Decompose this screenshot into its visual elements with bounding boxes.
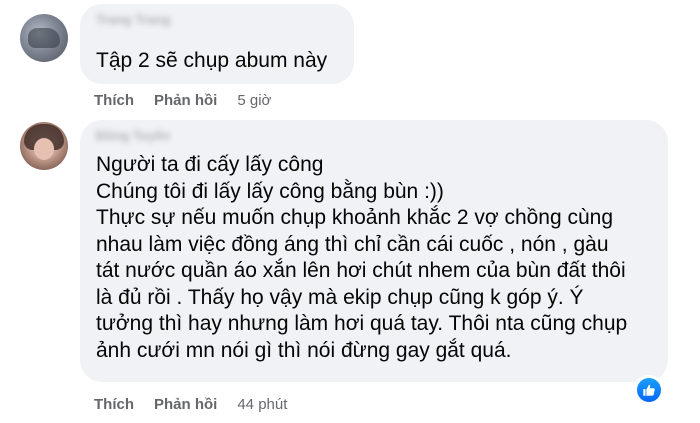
comment-line: ảnh cưới mn nói gì thì nói đừng gay gắt … [96,338,512,362]
comment-author-name[interactable]: Đông Tuyền [96,128,170,143]
like-button[interactable]: Thích [94,396,134,413]
comment-line: tưởng thì hay nhưng làm hơi quá tay. Thô… [96,312,628,335]
reply-button[interactable]: Phản hồi [154,396,217,413]
commenter-avatar[interactable] [20,14,68,62]
comment-timestamp[interactable]: 5 giờ [237,92,271,109]
commenter-avatar[interactable] [20,122,68,170]
comment-text: Tập 2 sẽ chụp abum này [96,48,327,75]
comment-line: Thực sự nếu muốn chụp khoảnh khắc 2 vợ c… [96,206,614,229]
comment-line: tát nước quần áo xắn lên hơi chút nhem c… [96,259,626,282]
comment-line: Tập 2 sẽ chụp abum này [96,49,328,72]
comment-bubble: Đông Tuyền Người ta đi cấy lấy công Chún… [80,120,668,382]
comment-actions: Thích Phản hồi 5 giờ [94,89,271,111]
comment-line: là đủ rồi . Thấy họ vậy mà ekip chụp cũn… [96,285,584,309]
like-reaction-badge[interactable] [637,378,661,402]
avatar-photo [28,28,60,48]
like-button[interactable]: Thích [94,92,134,109]
comment-line: Người ta đi cấy lấy công [96,153,324,176]
comment-bubble: Trang Trang Tập 2 sẽ chụp abum này [80,4,354,84]
comment-timestamp[interactable]: 44 phút [237,396,287,413]
comment-text: Người ta đi cấy lấy công Chúng tôi đi lấ… [96,152,656,364]
comment-author-name[interactable]: Trang Trang [96,12,170,27]
avatar-photo-face [34,138,54,160]
reply-button[interactable]: Phản hồi [154,92,217,109]
comment-actions: Thích Phản hồi 44 phút [94,393,287,415]
comment-line: Chúng tôi đi lấy lấy công bằng bùn :)) [96,179,444,203]
comment-line: nhau làm việc đồng áng thì chỉ cần cái c… [96,232,609,256]
like-thumbs-up-icon [643,384,655,396]
